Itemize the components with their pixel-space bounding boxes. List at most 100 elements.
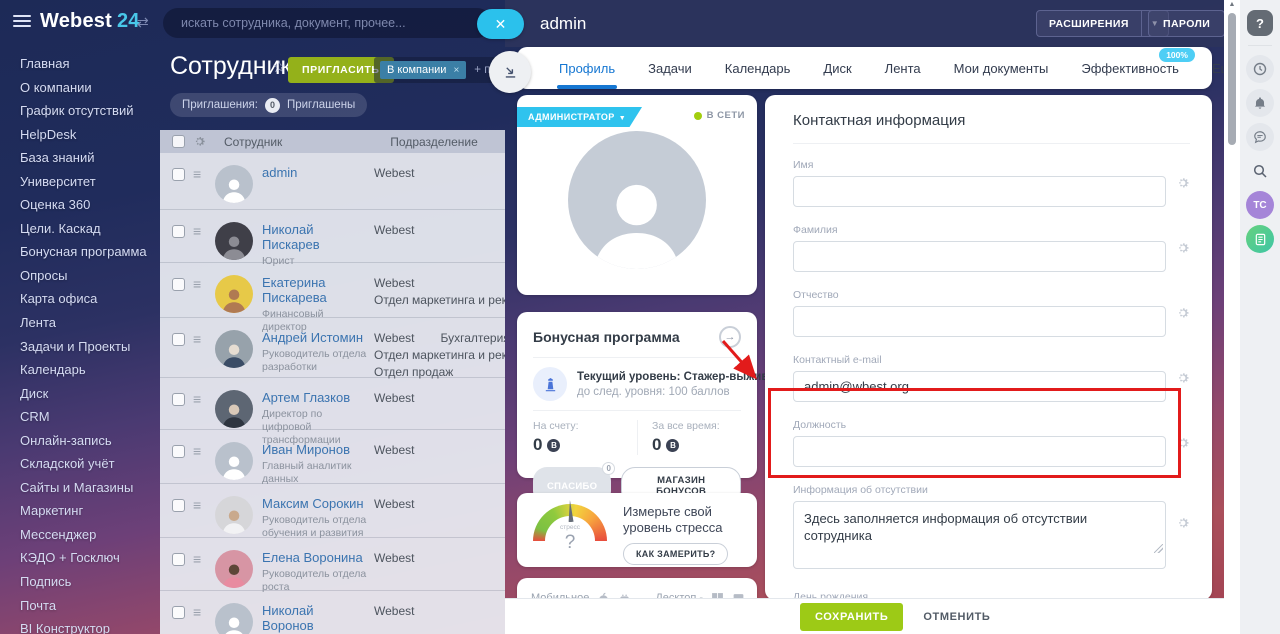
sidebar-item-disk[interactable]: Диск: [20, 382, 170, 406]
last-name-input[interactable]: [793, 241, 1166, 272]
employee-name-link[interactable]: Елена Воронина: [262, 550, 368, 565]
document-icon[interactable]: [1246, 225, 1274, 253]
field-gear-icon[interactable]: [1176, 241, 1190, 255]
notifications-bell-icon[interactable]: [1246, 89, 1274, 117]
table-row[interactable]: ≡ Елена Воронина Руководитель отдела рос…: [160, 538, 505, 591]
row-menu-icon[interactable]: ≡: [193, 605, 209, 619]
messenger-chat-icon[interactable]: [1246, 123, 1274, 151]
row-menu-icon[interactable]: ≡: [193, 224, 209, 238]
row-checkbox[interactable]: [172, 225, 185, 238]
employee-name-link[interactable]: Андрей Истомин: [262, 330, 368, 345]
scrollbar-thumb[interactable]: [1228, 13, 1236, 145]
row-checkbox[interactable]: [172, 278, 185, 291]
table-row[interactable]: ≡ Екатерина Пискарева Финансовый директо…: [160, 263, 505, 318]
row-menu-icon[interactable]: ≡: [193, 332, 209, 346]
column-header-department[interactable]: Подразделение: [390, 135, 477, 149]
sidebar-item-office-map[interactable]: Карта офиса: [20, 287, 170, 311]
passwords-button[interactable]: ПАРОЛИ: [1148, 10, 1225, 37]
tab-tasks[interactable]: Задачи: [648, 47, 692, 89]
invites-chip[interactable]: Приглашения: 0 Приглашены: [170, 93, 367, 117]
role-badge[interactable]: АДМИНИСТРАТОР▼: [517, 107, 642, 127]
tab-efficiency[interactable]: Эффективность 100%: [1081, 47, 1179, 89]
tab-disk[interactable]: Диск: [823, 47, 851, 89]
sidebar-item-assessment[interactable]: Оценка 360: [20, 193, 170, 217]
sidebar-item-mail[interactable]: Почта: [20, 594, 170, 618]
row-checkbox[interactable]: [172, 499, 185, 512]
sidebar-item-calendar[interactable]: Календарь: [20, 358, 170, 382]
table-row[interactable]: ≡ Николай Пискарев Юрист Webest: [160, 210, 505, 263]
search-icon[interactable]: [1246, 157, 1274, 185]
sidebar-item-sign[interactable]: Подпись: [20, 570, 170, 594]
field-gear-icon[interactable]: [1176, 516, 1190, 530]
employee-name-link[interactable]: Николай Пискарев: [262, 222, 368, 252]
sidebar-item-about[interactable]: О компании: [20, 76, 170, 100]
panel-close-button[interactable]: ✕: [477, 9, 524, 39]
table-row[interactable]: ≡ Николай Воронов Руководитель отдела R&…: [160, 591, 505, 634]
email-input[interactable]: [793, 371, 1166, 402]
row-checkbox[interactable]: [172, 553, 185, 566]
row-menu-icon[interactable]: ≡: [193, 392, 209, 406]
row-menu-icon[interactable]: ≡: [193, 277, 209, 291]
panel-dock-button[interactable]: [489, 51, 531, 93]
sidebar-item-sites[interactable]: Сайты и Магазины: [20, 476, 170, 500]
row-menu-icon[interactable]: ≡: [193, 167, 209, 181]
table-row[interactable]: ≡ Максим Сорокин Руководитель отдела обу…: [160, 484, 505, 538]
cancel-button[interactable]: ОТМЕНИТЬ: [923, 611, 990, 623]
row-checkbox[interactable]: [172, 393, 185, 406]
column-header-employee[interactable]: Сотрудник: [224, 135, 282, 149]
app-logo[interactable]: Webest24: [40, 10, 140, 33]
select-all-checkbox[interactable]: [172, 135, 185, 148]
field-gear-icon[interactable]: [1176, 436, 1190, 450]
measure-stress-button[interactable]: КАК ЗАМЕРИТЬ?: [623, 543, 728, 565]
position-input[interactable]: [793, 436, 1166, 467]
sidebar-item-university[interactable]: Университет: [20, 170, 170, 194]
sidebar-item-absence[interactable]: График отсутствий: [20, 99, 170, 123]
employee-name-link[interactable]: Артем Глазков: [262, 390, 368, 405]
filter-chip-close-icon[interactable]: ×: [453, 65, 459, 76]
field-gear-icon[interactable]: [1176, 306, 1190, 320]
sidebar-item-main[interactable]: Главная: [20, 52, 170, 76]
employee-name-link[interactable]: Максим Сорокин: [262, 496, 368, 511]
search-input[interactable]: [163, 8, 492, 38]
sidebar-item-feed[interactable]: Лента: [20, 311, 170, 335]
help-button[interactable]: ?: [1247, 10, 1273, 36]
sidebar-item-crm[interactable]: CRM: [20, 405, 170, 429]
sidebar-item-tasks[interactable]: Задачи и Проекты: [20, 335, 170, 359]
middle-name-input[interactable]: [793, 306, 1166, 337]
row-checkbox[interactable]: [172, 445, 185, 458]
row-checkbox[interactable]: [172, 333, 185, 346]
panel-scrollbar[interactable]: ▲: [1224, 0, 1240, 634]
field-gear-icon[interactable]: [1176, 176, 1190, 190]
tab-profile[interactable]: Профиль: [559, 47, 615, 89]
tab-calendar[interactable]: Календарь: [725, 47, 791, 89]
employee-name-link[interactable]: Екатерина Пискарева: [262, 275, 368, 305]
user-avatar[interactable]: TC: [1246, 191, 1274, 219]
employee-name-link[interactable]: admin: [262, 165, 368, 180]
favorite-star-icon[interactable]: ☆: [272, 57, 286, 77]
row-menu-icon[interactable]: ≡: [193, 552, 209, 566]
sidebar-item-bonus[interactable]: Бонусная программа: [20, 240, 170, 264]
sidebar-item-helpdesk[interactable]: HelpDesk: [20, 123, 170, 147]
sidebar-item-bi[interactable]: BI Конструктор: [20, 617, 170, 634]
scrollbar-up-arrow[interactable]: ▲: [1224, 1, 1240, 8]
absence-info-textarea[interactable]: Здесь заполняется информация об отсутств…: [793, 501, 1166, 569]
employee-name-link[interactable]: Николай Воронов: [262, 603, 368, 633]
bonus-open-arrow-icon[interactable]: →: [719, 326, 741, 348]
textarea-resize-handle[interactable]: [1154, 544, 1163, 553]
worktime-clock-icon[interactable]: [1246, 55, 1274, 83]
field-gear-icon[interactable]: [1176, 371, 1190, 385]
sidebar-item-goals[interactable]: Цели. Каскад: [20, 217, 170, 241]
save-button[interactable]: СОХРАНИТЬ: [800, 603, 903, 631]
tab-feed[interactable]: Лента: [885, 47, 921, 89]
first-name-input[interactable]: [793, 176, 1166, 207]
filter-chip[interactable]: В компании ×: [380, 61, 466, 79]
row-checkbox[interactable]: [172, 606, 185, 619]
sidebar-item-booking[interactable]: Онлайн-запись: [20, 429, 170, 453]
sidebar-item-knowledge[interactable]: База знаний: [20, 146, 170, 170]
sidebar-item-kedo[interactable]: КЭДО + Госключ: [20, 546, 170, 570]
filter-more-label[interactable]: + п: [474, 64, 490, 76]
sidebar-item-messenger[interactable]: Мессенджер: [20, 523, 170, 547]
sidebar-item-surveys[interactable]: Опросы: [20, 264, 170, 288]
row-menu-icon[interactable]: ≡: [193, 444, 209, 458]
tab-documents[interactable]: Мои документы: [954, 47, 1049, 89]
